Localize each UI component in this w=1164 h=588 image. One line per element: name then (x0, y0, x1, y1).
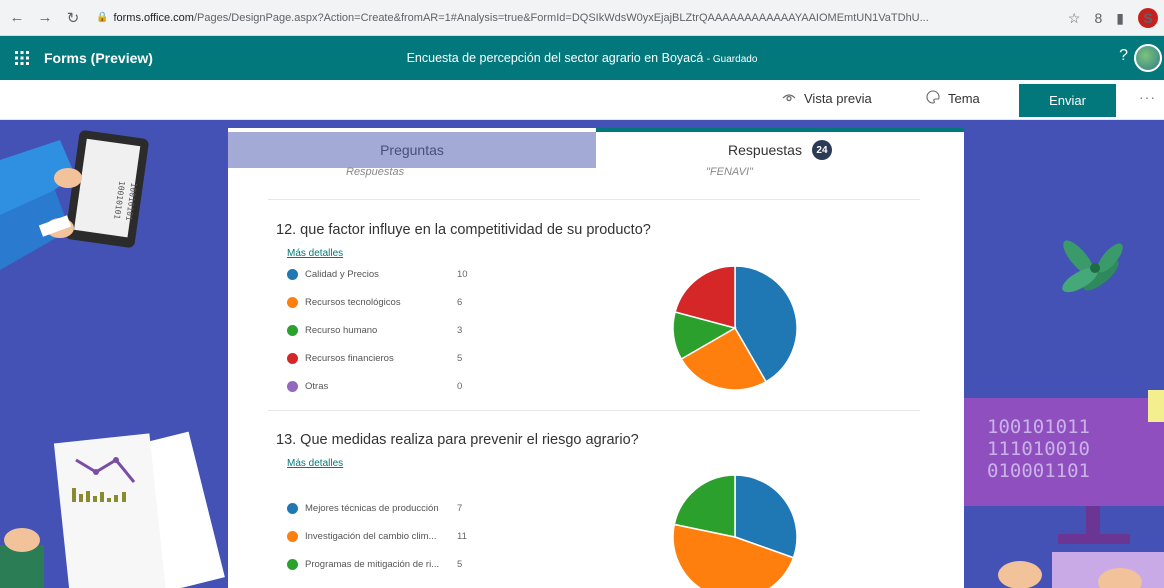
back-icon[interactable]: ← (6, 7, 28, 29)
legend-count: 3 (457, 324, 463, 336)
tab-responses[interactable]: Respuestas 24 (596, 128, 964, 168)
legend-label: Otras (305, 380, 329, 392)
question-13-pie-chart (672, 474, 798, 588)
palette-icon (926, 90, 940, 107)
reload-icon[interactable]: ↻ (62, 7, 84, 29)
legend-label: Recursos financieros (305, 352, 394, 364)
url-domain: forms.office.com (113, 11, 194, 24)
app-name[interactable]: Forms (Preview) (44, 50, 153, 66)
legend-swatch (287, 324, 298, 336)
legend-count: 10 (457, 268, 468, 280)
previous-question-fragment: Respuestas (346, 166, 405, 178)
legend-count: 7 (457, 502, 463, 514)
responses-card: Preguntas Respuestas 24 Respuestas "FENA… (228, 128, 964, 588)
section-divider (268, 199, 920, 200)
legend-item: Recursos financieros 5 (287, 344, 517, 372)
legend-swatch (287, 530, 298, 542)
legend-swatch (287, 380, 298, 392)
legend-item: Otras 0 (287, 372, 517, 400)
legend-swatch (287, 352, 298, 364)
profile-avatar[interactable]: S (1138, 8, 1158, 28)
legend-count: 0 (457, 380, 463, 392)
legend-label: Calidad y Precios (305, 268, 379, 280)
question-13-title: 13. Que medidas realiza para prevenir el… (276, 432, 639, 448)
browser-toolbar: ← → ↻ 🔒 forms.office.com /Pages/DesignPa… (0, 0, 1164, 36)
tablet-illustration: 10010101 10010101 (0, 130, 149, 270)
address-bar[interactable]: 🔒 forms.office.com /Pages/DesignPage.asp… (96, 5, 1034, 30)
form-title: Encuesta de percepción del sector agrari… (406, 51, 704, 65)
legend-label: Mejores técnicas de producción (305, 502, 439, 514)
legend-count: 6 (457, 296, 463, 308)
preview-button[interactable]: Vista previa (782, 90, 872, 106)
save-status: - Guardado (706, 54, 758, 65)
legend-label: Recursos tecnológicos (305, 296, 401, 308)
legend-label: Recurso humano (305, 324, 378, 336)
url-path: /Pages/DesignPage.aspx?Action=Create&fro… (193, 11, 929, 24)
legend-swatch (287, 268, 298, 280)
question-12-more-details-link[interactable]: Más detalles (287, 248, 343, 259)
question-12-pie-chart (672, 265, 798, 391)
waffle-icon[interactable] (0, 36, 44, 80)
command-bar: Vista previa Tema Enviar ··· (0, 80, 1164, 120)
report-illustration (0, 431, 225, 588)
legend-item: Recurso humano 3 (287, 316, 517, 344)
extension-icon-2[interactable]: ▮ (1116, 10, 1124, 27)
previous-question-fragment-2: "FENAVI" (706, 166, 753, 178)
legend-count: 5 (457, 352, 463, 364)
legend-swatch (287, 296, 298, 308)
legend-item: Investigación del cambio clim... 11 (287, 522, 517, 550)
extension-icon[interactable]: 8 (1094, 10, 1102, 26)
legend-item: Calidad y Precios 10 (287, 260, 517, 288)
send-button[interactable]: Enviar (1019, 84, 1116, 117)
legend-item: Mejores técnicas de producción 7 (287, 494, 517, 522)
theme-button[interactable]: Tema (926, 90, 980, 107)
user-avatar[interactable] (1134, 44, 1162, 72)
tab-responses-label: Respuestas (728, 142, 802, 158)
theme-label: Tema (948, 91, 980, 106)
question-13-more-details-link[interactable]: Más detalles (287, 458, 343, 469)
question-12-legend: Calidad y Precios 10 Recursos tecnológic… (287, 260, 517, 400)
legend-swatch (287, 558, 298, 570)
more-options-icon[interactable]: ··· (1139, 89, 1156, 105)
tab-questions[interactable]: Preguntas (228, 132, 596, 168)
legend-item: Programas de mitigación de ri... 5 (287, 550, 517, 578)
legend-count: 11 (457, 530, 467, 542)
preview-label: Vista previa (804, 90, 872, 106)
legend-label: Programas de mitigación de ri... (305, 558, 440, 570)
binary-line-3: 010001101 (987, 460, 1090, 482)
legend-label: Investigación del cambio clim... (305, 530, 437, 542)
eye-icon (782, 90, 796, 106)
forward-icon[interactable]: → (34, 7, 56, 29)
view-tabs: Preguntas Respuestas 24 (228, 128, 964, 168)
help-icon[interactable]: ? (1119, 47, 1128, 65)
legend-count: 5 (457, 558, 463, 570)
star-icon[interactable]: ☆ (1068, 10, 1081, 27)
responses-count-badge: 24 (811, 140, 832, 160)
section-divider (268, 410, 920, 411)
question-13-legend: Mejores técnicas de producción 7 Investi… (287, 494, 517, 578)
binary-line-2: 111010010 (987, 438, 1090, 460)
question-12-title: 12. que factor influye en la competitivi… (276, 222, 651, 238)
binary-line-1: 100101011 (987, 416, 1090, 438)
leaf-illustration (1062, 240, 1123, 293)
app-header: Forms (Preview) Encuesta de percepción d… (0, 36, 1164, 80)
legend-swatch (287, 502, 298, 514)
form-title-bar: Encuesta de percepción del sector agrari… (0, 51, 1164, 65)
lock-icon: 🔒 (96, 12, 109, 23)
legend-item: Recursos tecnológicos 6 (287, 288, 517, 316)
